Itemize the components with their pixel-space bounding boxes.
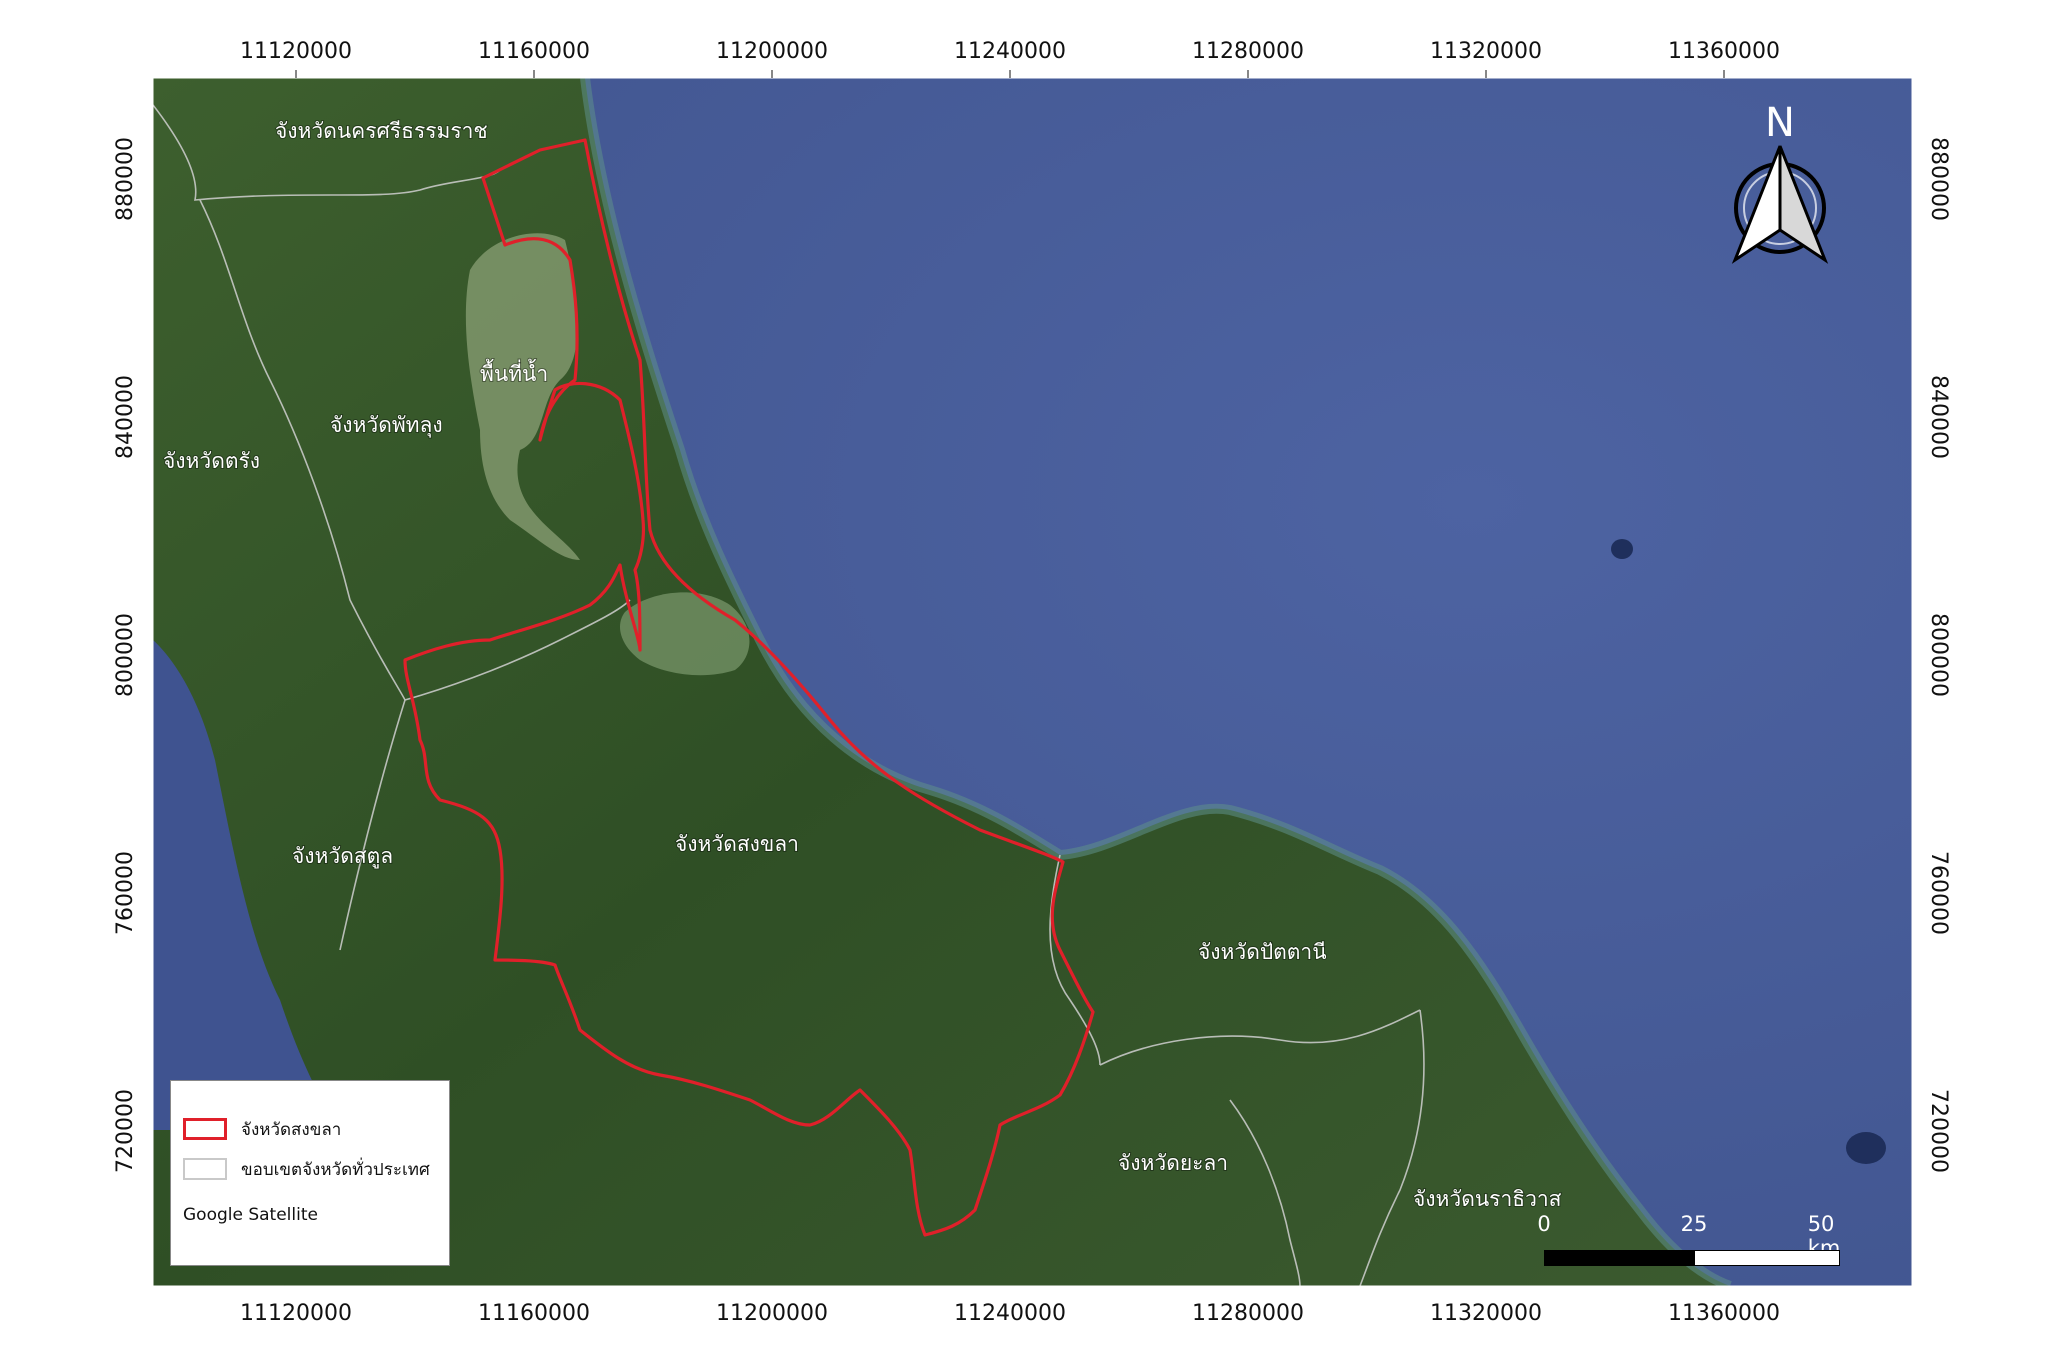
y-tick-label: 880000 xyxy=(1926,137,1951,221)
place-label: จังหวัดสงขลา xyxy=(675,832,799,856)
legend-label-provinces: ขอบเขตจังหวัดทั่วประเทศ xyxy=(241,1159,430,1180)
island xyxy=(1846,1132,1886,1164)
place-label: จังหวัดตรัง xyxy=(163,449,260,473)
x-tick-label: 11160000 xyxy=(478,1301,590,1326)
place-label: จังหวัดปัตตานี xyxy=(1198,940,1327,964)
x-tick-label: 11240000 xyxy=(954,1301,1066,1326)
north-arrow-icon: N xyxy=(1725,100,1835,270)
y-tick-label: 760000 xyxy=(113,851,138,935)
x-ticks-top xyxy=(295,70,1725,78)
place-label: จังหวัดนราธิวาส xyxy=(1413,1187,1562,1211)
y-tick-label: 760000 xyxy=(1926,851,1951,935)
legend-label-study-area: จังหวัดสงขลา xyxy=(241,1119,342,1140)
place-label: จังหวัดนครศรีธรรมราช xyxy=(275,119,488,143)
place-label: จังหวัดสตูล xyxy=(292,844,393,869)
legend-source: Google Satellite xyxy=(183,1205,318,1225)
island xyxy=(1611,539,1633,559)
y-tick-label: 840000 xyxy=(113,375,138,459)
legend-row-study-area: จังหวัดสงขลา xyxy=(183,1109,437,1149)
place-label: พื้นที่น้ำ xyxy=(480,359,548,386)
y-tick-label: 840000 xyxy=(1926,375,1951,459)
scale-segment-black xyxy=(1544,1250,1694,1266)
scale-label: 25 xyxy=(1680,1212,1708,1236)
y-tick-label: 720000 xyxy=(113,1089,138,1173)
x-tick-label: 11120000 xyxy=(240,1301,352,1326)
x-tick-label: 11320000 xyxy=(1430,1301,1542,1326)
y-tick-label: 800000 xyxy=(113,613,138,697)
x-tick-label: 11200000 xyxy=(716,39,828,64)
place-label: จังหวัดยะลา xyxy=(1118,1151,1228,1175)
x-tick-label: 11120000 xyxy=(240,39,352,64)
x-tick-label: 11160000 xyxy=(478,39,590,64)
x-tick-label: 11200000 xyxy=(716,1301,828,1326)
study-area-swatch xyxy=(183,1118,227,1140)
place-label: จังหวัดพัทลุง xyxy=(330,413,443,438)
province-boundary-swatch xyxy=(183,1158,227,1180)
scale-segment-white xyxy=(1694,1250,1840,1266)
x-tick-label: 11360000 xyxy=(1668,39,1780,64)
x-tick-label: 11280000 xyxy=(1192,1301,1304,1326)
x-tick-label: 11360000 xyxy=(1668,1301,1780,1326)
x-tick-label: 11280000 xyxy=(1192,39,1304,64)
y-tick-label: 880000 xyxy=(113,137,138,221)
map-legend: จังหวัดสงขลา ขอบเขตจังหวัดทั่วประเทศ Goo… xyxy=(170,1080,450,1266)
scale-label: 0 xyxy=(1537,1212,1551,1236)
legend-row-provinces: ขอบเขตจังหวัดทั่วประเทศ xyxy=(183,1149,437,1189)
x-tick-label: 11320000 xyxy=(1430,39,1542,64)
y-tick-label: 800000 xyxy=(1926,613,1951,697)
x-tick-label: 11240000 xyxy=(954,39,1066,64)
scale-bar: 0 25 50 km xyxy=(1537,1212,1844,1268)
y-tick-label: 720000 xyxy=(1926,1089,1951,1173)
compass-icon xyxy=(1731,145,1829,264)
